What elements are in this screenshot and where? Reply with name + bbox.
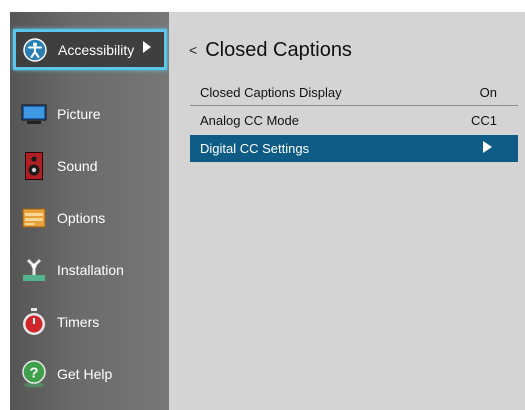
tv-screen: Accessibility Picture Sound Options Inst… [10, 12, 525, 410]
row-label: Digital CC Settings [200, 141, 310, 156]
analog-cc-mode-row[interactable]: Analog CC Mode CC1 [190, 107, 518, 134]
sidebar-item-label: Timers [57, 314, 100, 330]
closed-captions-display-row[interactable]: Closed Captions Display On [190, 79, 518, 106]
sidebar-item-label: Picture [57, 106, 101, 122]
svg-text:?: ? [29, 365, 38, 382]
sidebar-item-sound[interactable]: Sound [10, 144, 169, 188]
monitor-icon [21, 101, 47, 127]
installation-icon [21, 257, 47, 283]
speaker-icon [21, 152, 47, 180]
sidebar-item-label: Options [57, 210, 106, 226]
accessibility-icon [22, 37, 48, 63]
chevron-right-icon [482, 140, 518, 157]
options-icon [21, 205, 47, 231]
sidebar-item-timers[interactable]: Timers [10, 300, 169, 344]
page-header: < Closed Captions [189, 36, 352, 64]
sidebar-item-label: Sound [57, 158, 98, 174]
sidebar-item-label: Get Help [57, 366, 113, 382]
row-value: On [479, 84, 497, 100]
stopwatch-icon [21, 308, 47, 335]
row-label: Closed Captions Display [200, 84, 342, 100]
back-chevron-icon[interactable]: < [189, 42, 197, 58]
closed-captions-panel: < Closed Captions Closed Captions Displa… [169, 12, 525, 410]
chevron-right-icon [142, 40, 152, 59]
sidebar-item-label: Accessibility [58, 41, 135, 58]
sidebar-menu: Accessibility Picture Sound Options Inst… [10, 12, 169, 410]
digital-cc-settings-row[interactable]: Digital CC Settings [190, 135, 518, 162]
row-label: Analog CC Mode [200, 113, 299, 128]
sidebar-item-get-help[interactable]: ? Get Help [10, 352, 169, 396]
sidebar-item-accessibility[interactable]: Accessibility [13, 29, 167, 70]
row-value: CC1 [470, 113, 497, 128]
sidebar-item-options[interactable]: Options [10, 196, 169, 240]
sidebar-item-label: Installation [57, 262, 124, 278]
sidebar-item-picture[interactable]: Picture [10, 92, 169, 136]
help-icon: ? [21, 360, 47, 388]
sidebar-item-installation[interactable]: Installation [10, 248, 169, 292]
page-title: Closed Captions [205, 38, 352, 61]
